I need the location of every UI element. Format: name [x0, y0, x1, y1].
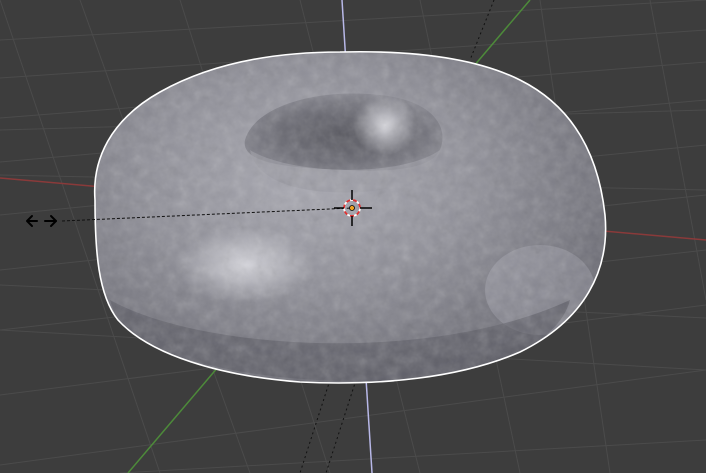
viewport-canvas[interactable]: [0, 0, 706, 473]
double-arrow-horizontal-icon: [26, 215, 57, 227]
3d-viewport[interactable]: [0, 0, 706, 473]
torus-object[interactable]: [90, 48, 610, 388]
object-origin-icon: [349, 205, 355, 211]
